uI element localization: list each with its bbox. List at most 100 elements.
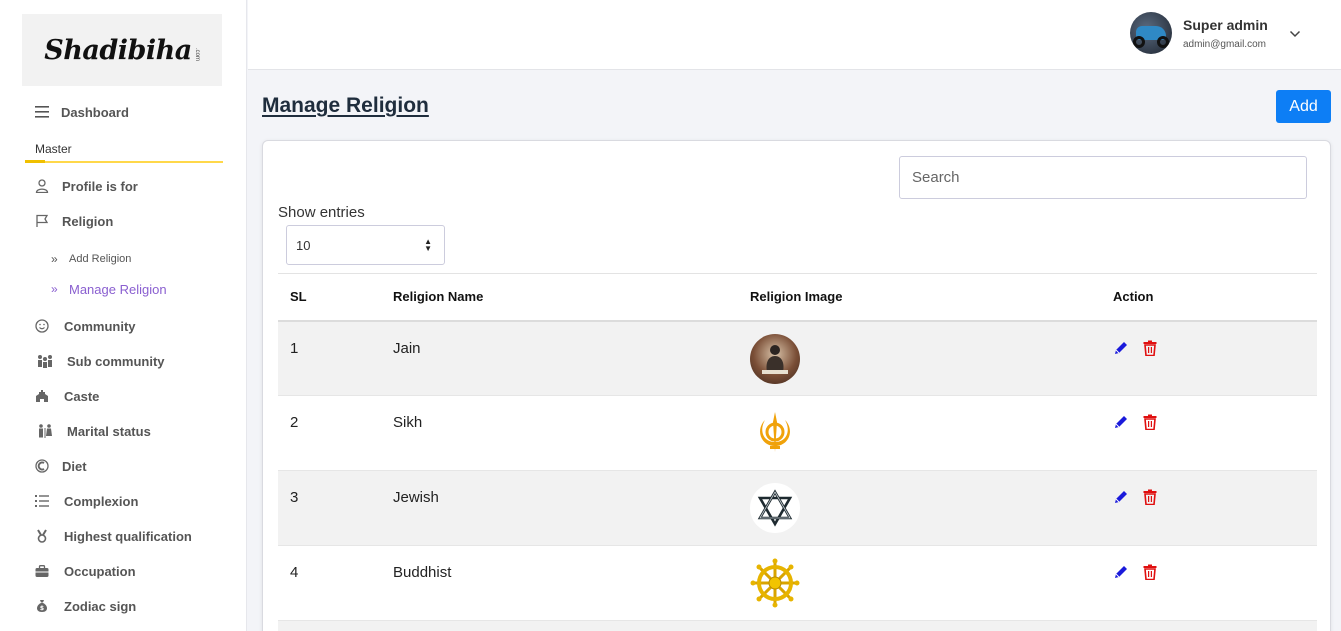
sidebar-item-highest-qualification[interactable]: Highest qualification xyxy=(0,524,247,548)
column-header-sl[interactable]: SL xyxy=(278,273,393,322)
sidebar-item-profile-is-for[interactable]: Profile is for xyxy=(0,174,247,198)
sidebar-item-label: Profile is for xyxy=(62,178,138,194)
cell-action xyxy=(1113,395,1317,471)
khanda-symbol-image xyxy=(750,408,800,458)
cell-religion-image xyxy=(750,395,1113,471)
sidebar-item-label: Marital status xyxy=(67,423,151,439)
delete-icon[interactable] xyxy=(1143,564,1157,580)
religion-table: SL Religion Name Religion Image Action 1… xyxy=(278,273,1317,631)
svg-text:$: $ xyxy=(40,605,44,612)
logo-sub: .com xyxy=(193,48,200,62)
flag-icon xyxy=(34,213,50,229)
section-label-master: Master xyxy=(35,142,72,156)
jain-statue-image xyxy=(750,333,800,384)
diet-icon xyxy=(34,458,50,474)
sidebar-item-religion[interactable]: Religion xyxy=(0,209,247,233)
table-row: 3 Jewish xyxy=(278,470,1317,546)
cell-religion-name: Jewish xyxy=(393,470,750,546)
column-header-action[interactable]: Action xyxy=(1113,273,1317,322)
user-icon xyxy=(34,178,50,194)
user-name: Super admin xyxy=(1183,17,1268,33)
cell-religion-name: Jain xyxy=(393,320,750,396)
cell-sl: 2 xyxy=(278,395,393,471)
sidebar-subitem-label: Manage Religion xyxy=(69,281,167,297)
column-header-religion-image[interactable]: Religion Image xyxy=(750,273,1113,322)
medal-icon xyxy=(34,528,50,544)
couple-icon xyxy=(35,423,55,439)
sidebar-item-occupation[interactable]: Occupation xyxy=(0,559,247,583)
sidebar-subitem-manage-religion[interactable]: » Manage Religion xyxy=(0,279,247,299)
cell-action xyxy=(1113,320,1317,396)
building-icon xyxy=(34,388,50,404)
chevron-down-icon[interactable] xyxy=(1287,26,1303,42)
logo-text: Shadibiha xyxy=(44,34,192,66)
table-card: Show entries 10 ▲▼ SL Religion Name Reli… xyxy=(262,140,1331,631)
entries-select[interactable]: 10 ▲ ▼ xyxy=(286,225,445,265)
select-arrows-icon: ▲ ▼ xyxy=(424,237,432,253)
sidebar-item-label: Community xyxy=(64,318,136,334)
sidebar-item-label: Dashboard xyxy=(61,104,129,120)
menu-icon xyxy=(34,104,50,120)
cell-religion-name: Sikh xyxy=(393,395,750,471)
cell-religion-image xyxy=(750,545,1113,621)
section-divider xyxy=(25,160,223,163)
double-chevron-icon: » xyxy=(51,282,58,296)
avatar[interactable] xyxy=(1130,12,1172,54)
sidebar-item-sub-community[interactable]: Sub community xyxy=(0,349,247,373)
sidebar-item-caste[interactable]: Caste xyxy=(0,384,247,408)
search-input[interactable] xyxy=(899,156,1307,199)
cell-sl: 1 xyxy=(278,320,393,396)
cell-action xyxy=(1113,470,1317,546)
star-of-david-image xyxy=(750,483,800,533)
people-icon xyxy=(35,353,55,369)
sidebar-item-community[interactable]: Community xyxy=(0,314,247,338)
table-row: 4 Buddhist xyxy=(278,545,1317,621)
sidebar-item-diet[interactable]: Diet xyxy=(0,454,247,478)
cell-action xyxy=(1113,545,1317,621)
cell-religion-image xyxy=(750,470,1113,546)
delete-icon[interactable] xyxy=(1143,489,1157,505)
table-row: 2 Sikh xyxy=(278,395,1317,471)
cell-religion-name: Buddhist xyxy=(393,545,750,621)
briefcase-icon xyxy=(34,563,50,579)
sidebar-item-label: Religion xyxy=(62,213,114,229)
sidebar-item-label: Caste xyxy=(64,388,100,404)
column-header-religion-name[interactable]: Religion Name xyxy=(393,273,750,322)
table-header-row: SL Religion Name Religion Image Action xyxy=(278,273,1317,322)
page-title: Manage Religion xyxy=(262,94,429,117)
cell-religion-image xyxy=(750,320,1113,396)
user-email: admin@gmail.com xyxy=(1183,39,1266,50)
delete-icon[interactable] xyxy=(1143,340,1157,356)
brand-logo[interactable]: Shadibiha .com xyxy=(22,14,222,86)
double-chevron-icon: » xyxy=(51,252,58,266)
sidebar: Shadibiha .com Dashboard Master Profile … xyxy=(0,0,247,631)
sidebar-item-label: Zodiac sign xyxy=(64,598,137,614)
entries-value: 10 xyxy=(296,237,311,253)
sidebar-item-label: Diet xyxy=(62,458,87,474)
add-button[interactable]: Add xyxy=(1276,90,1331,123)
sidebar-item-label: Sub community xyxy=(67,353,165,369)
sidebar-subitem-add-religion[interactable]: » Add Religion xyxy=(0,249,247,269)
sidebar-subitem-label: Add Religion xyxy=(69,253,132,265)
sidebar-item-complexion[interactable]: Complexion xyxy=(0,489,247,513)
delete-icon[interactable] xyxy=(1143,414,1157,430)
money-bag-icon: $ xyxy=(34,598,50,614)
sidebar-item-label: Complexion xyxy=(64,493,139,509)
cell-sl: 4 xyxy=(278,545,393,621)
cell-sl: 3 xyxy=(278,470,393,546)
sidebar-item-zodiac-sign[interactable]: $ Zodiac sign xyxy=(0,594,247,618)
edit-icon[interactable] xyxy=(1113,564,1129,580)
list-icon xyxy=(34,493,50,509)
edit-icon[interactable] xyxy=(1113,340,1129,356)
edit-icon[interactable] xyxy=(1113,489,1129,505)
edit-icon[interactable] xyxy=(1113,414,1129,430)
table-row xyxy=(278,620,1317,631)
sidebar-item-marital-status[interactable]: Marital status xyxy=(0,419,247,443)
top-bar: Super admin admin@gmail.com xyxy=(248,0,1341,70)
sidebar-item-label: Highest qualification xyxy=(64,528,192,544)
dharma-wheel-image xyxy=(750,558,800,608)
table-row: 1 Jain xyxy=(278,320,1317,396)
sidebar-item-dashboard[interactable]: Dashboard xyxy=(0,100,247,124)
show-entries-label: Show entries xyxy=(278,204,365,221)
smile-icon xyxy=(34,318,50,334)
